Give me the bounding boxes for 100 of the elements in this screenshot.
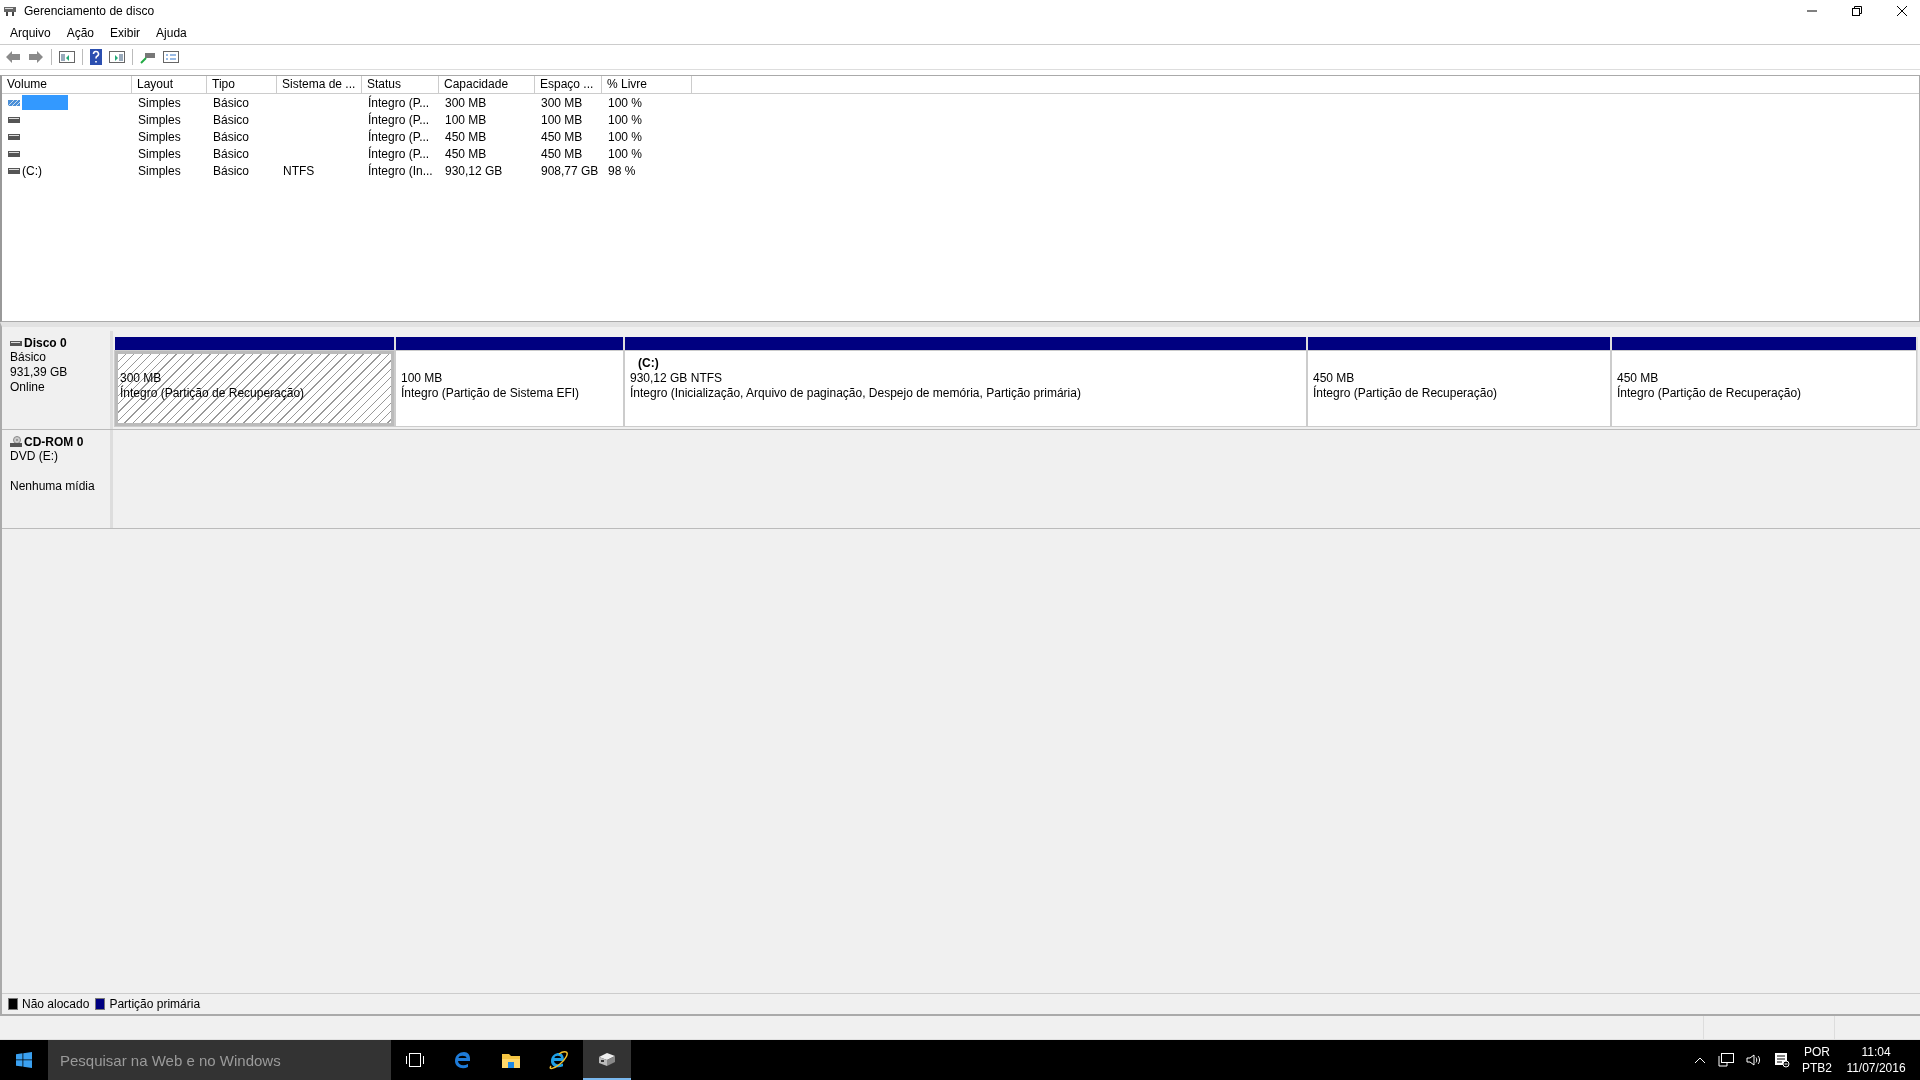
volume-icon: [8, 116, 20, 123]
table-cell: 450 MB: [541, 129, 583, 144]
partition-block[interactable]: 100 MB Íntegro (Partição de Sistema EFI): [396, 351, 623, 426]
table-cell: 908,77 GB: [541, 163, 599, 178]
checklist-icon[interactable]: [163, 50, 179, 64]
table-cell: Simples: [138, 146, 181, 161]
volume-icon: [8, 150, 20, 157]
task-view-icon: [405, 1052, 425, 1068]
column-header[interactable]: Sistema de ...: [277, 76, 362, 93]
table-cell: Básico: [213, 129, 250, 144]
table-cell: 100 %: [608, 146, 643, 161]
table-cell: 100 %: [608, 112, 643, 127]
chevron-up-icon[interactable]: [1694, 1056, 1706, 1064]
table-cell: 450 MB: [445, 129, 487, 144]
table-row[interactable]: Simples Básico Íntegro (P... 300 MB 300 MB 100 %: [2, 94, 1919, 111]
table-row[interactable]: Simples Básico Íntegro (P... 450 MB 450 MB 100 %: [2, 128, 1919, 145]
language-indicator[interactable]: POR PTB2: [1802, 1044, 1832, 1076]
table-cell: 300 MB: [445, 95, 487, 110]
partition-size: 450 MB: [1617, 371, 1660, 385]
partition-status: Íntegro (Partição de Sistema EFI): [401, 386, 581, 401]
partition-size: 300 MB: [120, 371, 163, 385]
selection-highlight: [22, 95, 68, 110]
table-cell: Básico: [213, 163, 250, 178]
clock[interactable]: 11:04 11/07/2016: [1844, 1044, 1908, 1076]
speaker-icon[interactable]: [1746, 1053, 1762, 1067]
partition-size: 450 MB: [1313, 371, 1356, 385]
legend-label: Não alocado: [22, 997, 90, 1011]
column-header[interactable]: % Livre: [602, 76, 692, 93]
partition-block[interactable]: 300 MB Íntegro (Partição de Recuperação): [115, 351, 394, 426]
panel-icon[interactable]: [109, 50, 125, 64]
table-cell: 100 %: [608, 129, 643, 144]
disk-drive-icon: [597, 1050, 617, 1068]
restore-icon[interactable]: [1851, 5, 1863, 17]
e-letter-icon: [548, 1050, 570, 1070]
partition-block[interactable]: (C:) 930,12 GB NTFS Íntegro (Inicialização, Arquivo de paginação, Despejo de memória, Partição primária): [625, 351, 1306, 426]
column-header[interactable]: Espaço ...: [535, 76, 602, 93]
disk-info: Básico: [10, 350, 48, 365]
table-cell: Íntegro (P...: [368, 95, 430, 110]
partition-block[interactable]: 450 MB Íntegro (Partição de Recuperação): [1612, 351, 1916, 426]
table-cell: Básico: [213, 95, 250, 110]
disk-info: DVD (E:): [10, 449, 59, 464]
search-field[interactable]: Pesquisar na Web e no Windows: [48, 1040, 391, 1080]
close-icon[interactable]: [1896, 5, 1908, 17]
e-letter-icon: [453, 1050, 473, 1070]
table-cell: (C:): [22, 163, 42, 178]
table-cell: Básico: [213, 112, 250, 127]
volume-icon: [8, 99, 20, 106]
menu-item[interactable]: Arquivo: [10, 26, 51, 40]
column-header[interactable]: Volume: [2, 76, 132, 93]
table-cell: 100 MB: [445, 112, 487, 127]
table-cell: Íntegro (P...: [368, 129, 430, 144]
partition-status: Íntegro (Partição de Recuperação): [1313, 386, 1499, 401]
cd-drive-icon: [10, 436, 22, 448]
disk-status: Nenhuma mídia: [10, 479, 96, 494]
menu-item[interactable]: Ajuda: [156, 26, 187, 40]
table-cell: Íntegro (P...: [368, 146, 430, 161]
table-row[interactable]: Simples Básico Íntegro (P... 450 MB 450 MB 100 %: [2, 145, 1919, 162]
table-cell: Básico: [213, 146, 250, 161]
window-title: Gerenciamento de disco: [24, 4, 155, 18]
column-header[interactable]: Status: [362, 76, 439, 93]
partition-status: Íntegro (Inicialização, Arquivo de paginação, Despejo de memória, Partição primária): [630, 386, 1082, 401]
folder-icon: [501, 1051, 521, 1069]
network-icon[interactable]: [1718, 1053, 1734, 1067]
help-icon[interactable]: [90, 49, 102, 65]
table-cell: 300 MB: [541, 95, 583, 110]
forward-arrow-icon[interactable]: [28, 50, 44, 64]
table-cell: Simples: [138, 95, 181, 110]
disk-status: Online: [10, 380, 46, 395]
table-cell: 450 MB: [445, 146, 487, 161]
taskbar-app-button[interactable]: [583, 1040, 631, 1080]
table-row[interactable]: (C:) Simples Básico NTFS Íntegro (In... 930,12 GB 908,77 GB 98 %: [2, 162, 1919, 179]
windows-start-icon[interactable]: [16, 1052, 32, 1068]
table-cell: Simples: [138, 163, 181, 178]
back-arrow-icon[interactable]: [5, 50, 21, 64]
table-cell: Íntegro (In...: [368, 163, 433, 178]
disk-info: 931,39 GB: [10, 365, 69, 380]
column-header[interactable]: Layout: [132, 76, 207, 93]
menu-item[interactable]: Ação: [66, 26, 95, 40]
disk-name: Disco 0: [24, 336, 67, 350]
legend-label: Partição primária: [109, 997, 201, 1011]
table-cell: Íntegro (P...: [368, 112, 430, 127]
table-cell: Simples: [138, 112, 181, 127]
volume-icon: [8, 133, 20, 140]
table-row[interactable]: Simples Básico Íntegro (P... 100 MB 100 MB 100 %: [2, 111, 1919, 128]
menu-item[interactable]: Exibir: [110, 26, 141, 40]
table-cell: 450 MB: [541, 146, 583, 161]
partition-status: Íntegro (Partição de Recuperação): [120, 386, 306, 401]
partition-block[interactable]: 450 MB Íntegro (Partição de Recuperação): [1308, 351, 1610, 426]
notification-icon[interactable]: [1774, 1052, 1790, 1068]
table-cell: 100 MB: [541, 112, 583, 127]
column-header[interactable]: Capacidade: [439, 76, 535, 93]
table-cell: 98 %: [608, 163, 636, 178]
panel-icon[interactable]: [59, 50, 75, 64]
partition-size: 930,12 GB NTFS: [630, 371, 724, 385]
column-header[interactable]: Tipo: [207, 76, 277, 93]
partition-label: (C:): [637, 356, 660, 371]
disk-name: CD-ROM 0: [24, 435, 84, 449]
disk-icon[interactable]: [140, 50, 156, 64]
table-cell: Simples: [138, 129, 181, 144]
volume-icon: [8, 167, 20, 174]
